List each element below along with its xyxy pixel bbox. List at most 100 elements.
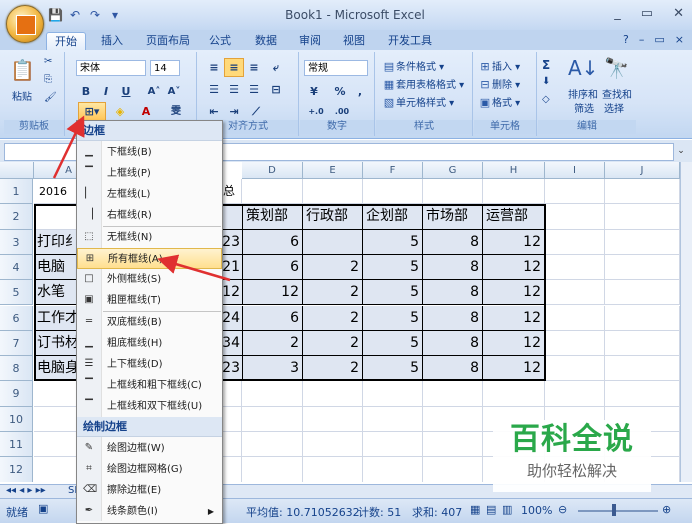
- data-cell[interactable]: 6: [243, 305, 303, 331]
- view-page-layout-icon[interactable]: ▤: [486, 503, 496, 516]
- format-painter-icon[interactable]: 🖌: [44, 92, 57, 103]
- view-page-break-icon[interactable]: ▥: [502, 503, 512, 516]
- grid-cell[interactable]: [423, 406, 483, 432]
- grid-cell[interactable]: [605, 356, 680, 382]
- column-header-i[interactable]: I: [545, 162, 605, 179]
- paste-icon[interactable]: 📋: [10, 58, 35, 82]
- grid-cell[interactable]: [423, 381, 483, 407]
- align-bottom-icon[interactable]: ≡: [244, 58, 264, 77]
- grid-cell[interactable]: [605, 330, 680, 357]
- zoom-level[interactable]: 100%: [521, 504, 552, 517]
- data-cell[interactable]: 5: [363, 280, 423, 306]
- column-header-f[interactable]: F: [363, 162, 423, 179]
- item-name-cell[interactable]: 工作才: [34, 305, 78, 331]
- grid-cell[interactable]: [242, 406, 303, 432]
- data-cell[interactable]: 2: [243, 330, 303, 357]
- zoom-slider-thumb[interactable]: [612, 504, 616, 516]
- grid-cell[interactable]: [605, 381, 680, 407]
- office-button[interactable]: [6, 5, 44, 43]
- grid-cell[interactable]: [545, 204, 605, 230]
- grid-cell[interactable]: [605, 179, 680, 205]
- minimize-button[interactable]: _: [614, 6, 621, 21]
- grid-cell[interactable]: [242, 381, 303, 407]
- currency-icon[interactable]: ¥: [304, 82, 324, 101]
- autosum-button[interactable]: Σ: [542, 58, 550, 72]
- grid-cell[interactable]: [423, 432, 483, 458]
- data-cell[interactable]: 12: [483, 229, 545, 255]
- data-cell[interactable]: 5: [363, 356, 423, 382]
- item-name-cell[interactable]: 订书材: [34, 330, 78, 357]
- grid-cell[interactable]: [605, 204, 680, 230]
- grid-cell[interactable]: [605, 254, 680, 281]
- view-normal-icon[interactable]: ▦: [470, 503, 480, 516]
- data-cell[interactable]: 3: [243, 356, 303, 382]
- row-header[interactable]: 9: [0, 381, 33, 407]
- data-cell[interactable]: 12: [483, 280, 545, 306]
- data-cell[interactable]: 2: [303, 254, 363, 281]
- fill-icon[interactable]: ⬇: [542, 76, 550, 87]
- grid-cell[interactable]: [545, 381, 605, 407]
- orientation-icon[interactable]: ⟋: [246, 102, 266, 121]
- tab-data[interactable]: 数据: [250, 32, 282, 50]
- menu-left-border[interactable]: ▏ 左框线(L): [77, 184, 222, 205]
- decrease-decimal-button[interactable]: .00: [330, 102, 354, 121]
- grid-cell[interactable]: [303, 406, 363, 432]
- row-header[interactable]: 3: [0, 229, 33, 255]
- row-header[interactable]: 8: [0, 356, 33, 382]
- copy-icon[interactable]: ⎘: [44, 74, 52, 85]
- grow-font-button[interactable]: A˄: [144, 82, 164, 101]
- grid-cell[interactable]: [605, 229, 680, 255]
- align-center-icon[interactable]: ☰: [224, 80, 244, 99]
- data-cell[interactable]: [303, 229, 363, 255]
- decrease-indent-icon[interactable]: ⇤: [204, 102, 224, 121]
- data-cell[interactable]: 5: [363, 229, 423, 255]
- percent-button[interactable]: %: [330, 82, 350, 101]
- grid-cell[interactable]: [303, 457, 363, 482]
- zoom-in-icon[interactable]: ⊕: [662, 503, 671, 516]
- data-cell[interactable]: 12: [483, 356, 545, 382]
- grid-cell[interactable]: [545, 254, 605, 281]
- data-cell[interactable]: 8: [423, 330, 483, 357]
- zoom-slider[interactable]: [578, 510, 658, 512]
- menu-right-border[interactable]: ▕ 右框线(R): [77, 205, 222, 226]
- grid-cell[interactable]: [545, 330, 605, 357]
- data-cell[interactable]: 8: [423, 229, 483, 255]
- font-name-select[interactable]: 宋体: [76, 60, 146, 76]
- data-cell[interactable]: 6: [243, 254, 303, 281]
- grid-cell[interactable]: [222, 204, 243, 230]
- merge-center-icon[interactable]: ⊟: [266, 80, 286, 99]
- delete-cells-button[interactable]: ⊟ 删除 ▾: [478, 76, 520, 92]
- dept-header-cell[interactable]: 策划部: [243, 204, 303, 230]
- data-cell[interactable]: 8: [423, 305, 483, 331]
- data-cell[interactable]: 12: [483, 254, 545, 281]
- column-header-e[interactable]: E: [303, 162, 363, 179]
- macro-record-icon[interactable]: ▣: [38, 502, 48, 515]
- increase-indent-icon[interactable]: ⇥: [224, 102, 244, 121]
- grid-cell[interactable]: [605, 280, 680, 306]
- cell-styles-button[interactable]: ▧ 单元格样式 ▾: [382, 94, 454, 110]
- fill-color-icon[interactable]: ◈: [110, 102, 130, 121]
- grid-cell[interactable]: [545, 305, 605, 331]
- data-cell[interactable]: 8: [423, 356, 483, 382]
- align-left-icon[interactable]: ☰: [204, 80, 224, 99]
- shrink-font-button[interactable]: A˅: [164, 82, 184, 101]
- cut-icon[interactable]: ✂: [44, 56, 52, 67]
- sort-filter-label[interactable]: 排序和: [568, 86, 598, 101]
- grid-cell[interactable]: [303, 179, 363, 205]
- grid-cell[interactable]: [545, 229, 605, 255]
- select-all-corner[interactable]: [0, 162, 34, 179]
- menu-line-color[interactable]: ✒ 线条颜色(I) ▶: [77, 501, 222, 522]
- menu-top-bottom-border[interactable]: ☰ 上下框线(D): [77, 354, 222, 375]
- clear-icon[interactable]: ◇: [542, 94, 550, 105]
- grid-cell[interactable]: [545, 179, 605, 205]
- data-cell[interactable]: 5: [363, 330, 423, 357]
- item-name-cell[interactable]: 打印纟: [34, 229, 78, 255]
- paste-button[interactable]: 粘贴: [12, 88, 32, 103]
- zoom-out-icon[interactable]: ⊖: [558, 503, 567, 516]
- row-header[interactable]: 1: [0, 179, 33, 205]
- align-right-icon[interactable]: ☰: [244, 80, 264, 99]
- wrap-text-icon[interactable]: ⤶: [266, 58, 286, 77]
- tab-review[interactable]: 审阅: [294, 32, 326, 50]
- menu-draw-border-grid[interactable]: ⌗ 绘图边框网格(G): [77, 459, 222, 480]
- format-cells-button[interactable]: ▣ 格式 ▾: [478, 94, 520, 110]
